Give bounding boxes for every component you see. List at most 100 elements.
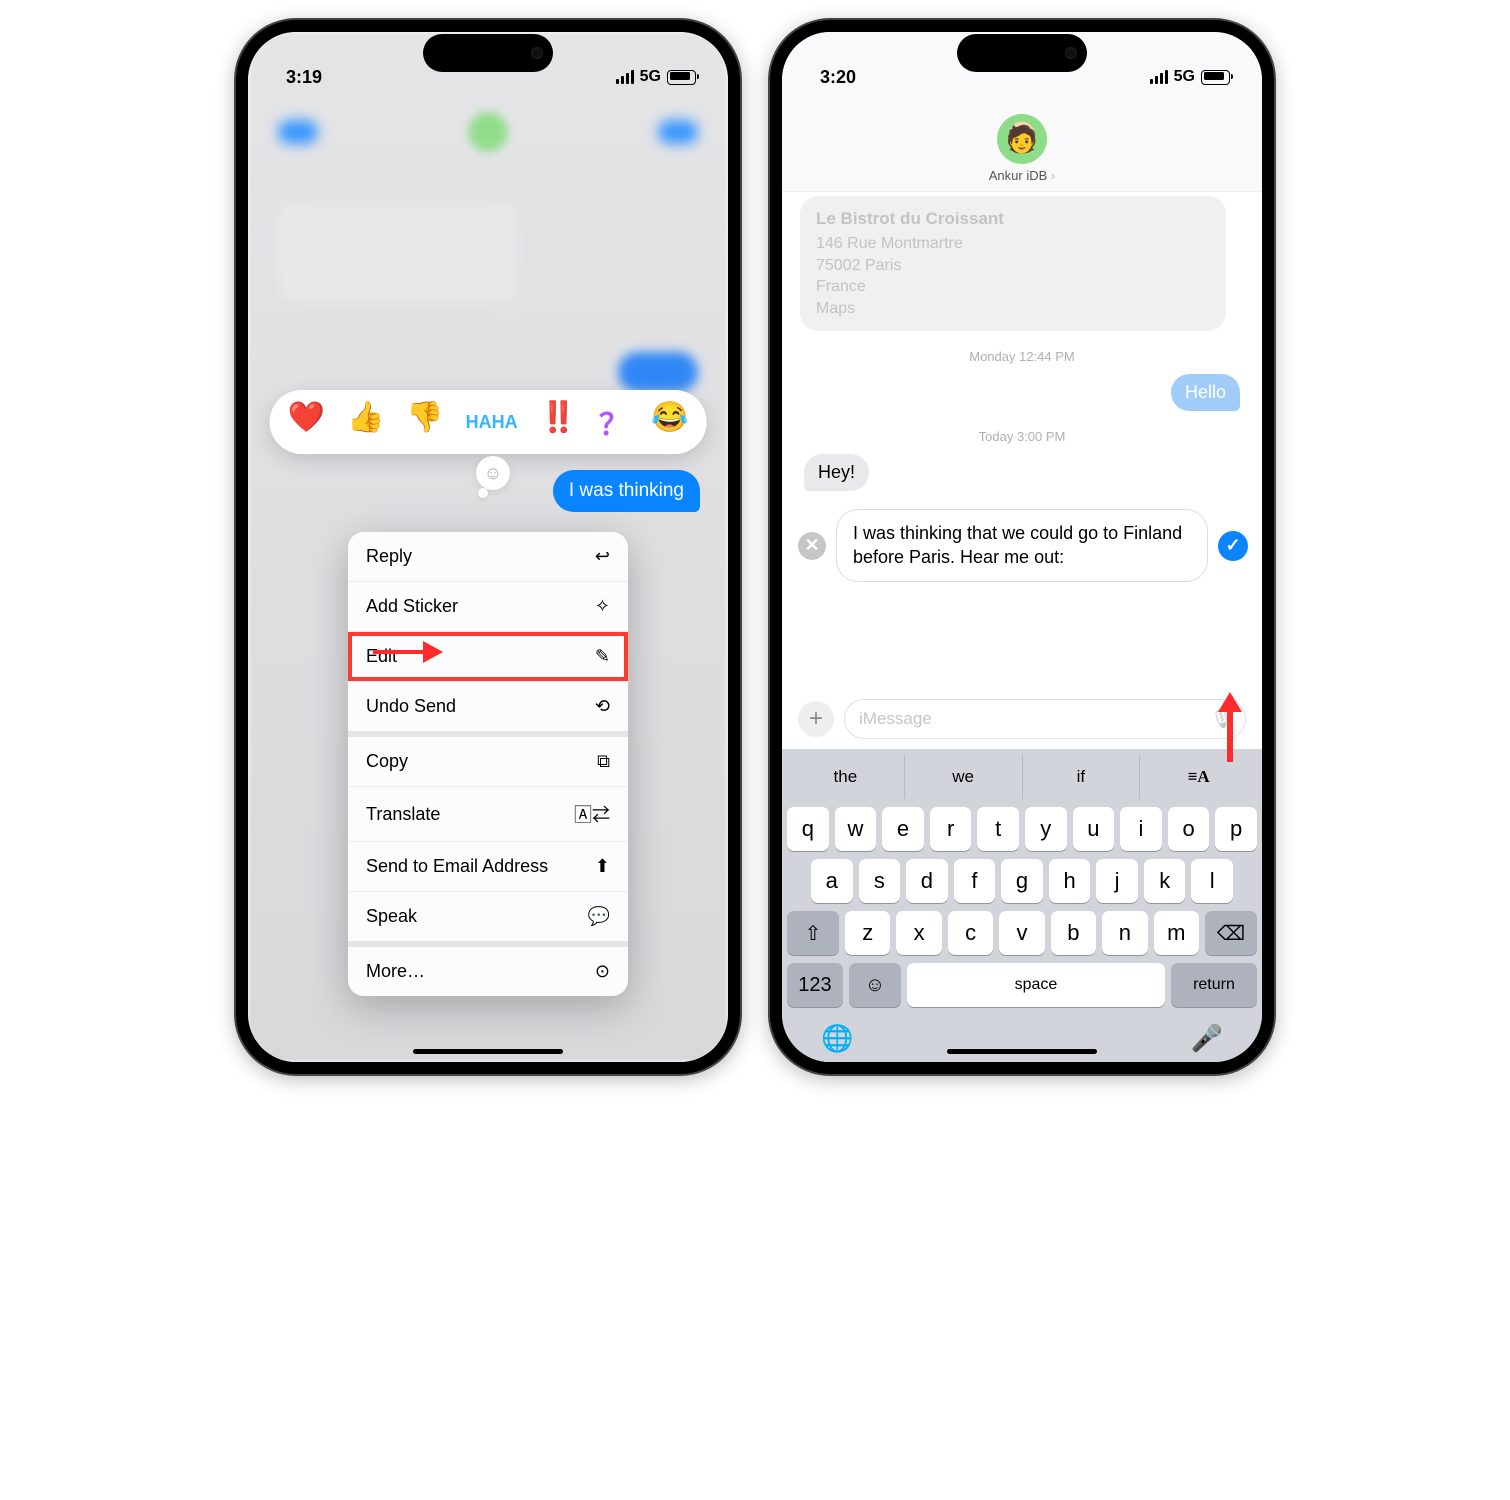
key-j[interactable]: j (1096, 859, 1138, 903)
time-separator: Monday 12:44 PM (782, 349, 1262, 364)
key-row-1: q w e r t y u i o p (787, 807, 1257, 851)
key-r[interactable]: r (930, 807, 972, 851)
key-w[interactable]: w (835, 807, 877, 851)
key-y[interactable]: y (1025, 807, 1067, 851)
shift-key[interactable]: ⇧ (787, 911, 839, 955)
prediction-1[interactable]: the (787, 755, 904, 799)
key-n[interactable]: n (1102, 911, 1147, 955)
dynamic-island (423, 34, 553, 72)
tapback-haha[interactable]: HAHA (466, 412, 518, 433)
copy-icon: ⧉ (597, 751, 610, 772)
key-s[interactable]: s (859, 859, 901, 903)
conversation-header[interactable]: 🧑 Ankur iDB (782, 104, 1262, 192)
keyboard: the we if ≡A q w e r t y u i o p (782, 749, 1262, 1062)
prediction-3[interactable]: if (1022, 755, 1140, 799)
tapback-bar[interactable]: ❤️ 👍 👎 HAHA ‼️ ？ 😂 (270, 390, 707, 454)
edit-message-field[interactable]: I was thinking that we could go to Finla… (836, 509, 1208, 582)
key-v[interactable]: v (999, 911, 1044, 955)
contact-name[interactable]: Ankur iDB (782, 168, 1262, 183)
share-up-icon: ⬆︎ (595, 856, 610, 877)
context-menu: Reply ↩︎ Add Sticker ✧ Edit ✎ Undo Send … (348, 532, 628, 996)
phone-right: 3:20 5G 🧑 Ankur iDB Le Bistrot du Croiss… (770, 20, 1274, 1074)
menu-translate[interactable]: Translate 🄰⇄ (348, 787, 628, 842)
key-l[interactable]: l (1191, 859, 1233, 903)
emoji-key[interactable]: ☺ (849, 963, 901, 1007)
tapback-exclaim[interactable]: ‼️ (540, 400, 577, 444)
menu-copy[interactable]: Copy ⧉ (348, 737, 628, 787)
key-p[interactable]: p (1215, 807, 1257, 851)
battery-icon (1201, 70, 1230, 85)
maps-source-label: Maps (816, 298, 1210, 320)
signal-icon (1150, 70, 1168, 84)
status-time: 3:19 (286, 67, 322, 88)
cancel-edit-button[interactable]: ✕ (798, 532, 826, 560)
network-label: 5G (640, 68, 661, 86)
return-key[interactable]: return (1171, 963, 1257, 1007)
key-o[interactable]: o (1168, 807, 1210, 851)
mic-icon[interactable]: 🎤 (1191, 1023, 1223, 1054)
tapback-heart[interactable]: ❤️ (288, 400, 325, 444)
dynamic-island (957, 34, 1087, 72)
translate-icon: 🄰⇄ (574, 801, 610, 827)
menu-speak[interactable]: Speak 💬 (348, 892, 628, 947)
prediction-2[interactable]: we (904, 755, 1022, 799)
key-a[interactable]: a (811, 859, 853, 903)
network-label: 5G (1174, 68, 1195, 86)
phone-left: 3:19 5G ❤️ 👍 👎 HAHA ‼️ ？ 😂 ☺ I was think… (236, 20, 740, 1074)
prediction-bar: the we if ≡A (787, 755, 1257, 799)
key-h[interactable]: h (1049, 859, 1091, 903)
received-bubble-hey[interactable]: Hey! (804, 454, 869, 491)
tapback-laughcry[interactable]: 😂 (651, 400, 688, 444)
compose-placeholder: iMessage (859, 709, 932, 729)
annotation-arrow-confirm (1216, 692, 1244, 762)
contact-avatar[interactable]: 🧑 (997, 114, 1047, 164)
sent-bubble-hello[interactable]: Hello (1171, 374, 1240, 411)
sticker-icon: ✧ (595, 596, 610, 617)
key-e[interactable]: e (882, 807, 924, 851)
menu-more[interactable]: More… ⊙ (348, 947, 628, 996)
speak-icon: 💬 (588, 906, 610, 927)
key-u[interactable]: u (1073, 807, 1115, 851)
backspace-key[interactable]: ⌫ (1205, 911, 1257, 955)
key-b[interactable]: b (1051, 911, 1096, 955)
map-card[interactable]: Le Bistrot du Croissant 146 Rue Montmart… (800, 196, 1226, 331)
time-separator: Today 3:00 PM (782, 429, 1262, 444)
key-row-4: 123 ☺ space return (787, 963, 1257, 1007)
key-row-2: a s d f g h j k l (787, 859, 1257, 903)
key-row-3: ⇧ z x c v b n m ⌫ (787, 911, 1257, 955)
key-c[interactable]: c (948, 911, 993, 955)
key-x[interactable]: x (896, 911, 941, 955)
more-icon: ⊙ (595, 961, 610, 982)
key-f[interactable]: f (954, 859, 996, 903)
key-m[interactable]: m (1154, 911, 1199, 955)
compose-field[interactable]: iMessage 🎙 (844, 699, 1246, 739)
edit-message-row: ✕ I was thinking that we could go to Fin… (782, 509, 1262, 582)
undo-icon: ⟲ (595, 696, 610, 717)
key-g[interactable]: g (1001, 859, 1043, 903)
tapback-thumbs-down[interactable]: 👎 (406, 400, 443, 444)
menu-reply[interactable]: Reply ↩︎ (348, 532, 628, 582)
tapback-question[interactable]: ？ (599, 400, 629, 444)
space-key[interactable]: space (907, 963, 1165, 1007)
pencil-icon: ✎ (595, 646, 610, 667)
selected-message-bubble[interactable]: I was thinking (553, 470, 700, 512)
key-i[interactable]: i (1120, 807, 1162, 851)
numeric-key[interactable]: 123 (787, 963, 843, 1007)
menu-add-sticker[interactable]: Add Sticker ✧ (348, 582, 628, 632)
menu-send-email[interactable]: Send to Email Address ⬆︎ (348, 842, 628, 892)
apps-plus-button[interactable]: + (798, 701, 834, 737)
key-d[interactable]: d (906, 859, 948, 903)
annotation-arrow-edit (373, 637, 443, 667)
tapback-thumbs-up[interactable]: 👍 (347, 400, 384, 444)
key-t[interactable]: t (977, 807, 1019, 851)
confirm-edit-button[interactable]: ✓ (1218, 531, 1248, 561)
key-k[interactable]: k (1144, 859, 1186, 903)
menu-undo-send[interactable]: Undo Send ⟲ (348, 682, 628, 737)
reply-icon: ↩︎ (595, 546, 610, 567)
status-time: 3:20 (820, 67, 856, 88)
key-q[interactable]: q (787, 807, 829, 851)
globe-icon[interactable]: 🌐 (821, 1023, 853, 1054)
key-z[interactable]: z (845, 911, 890, 955)
signal-icon (616, 70, 634, 84)
tapback-emoji-picker[interactable]: ☺ (476, 456, 510, 490)
